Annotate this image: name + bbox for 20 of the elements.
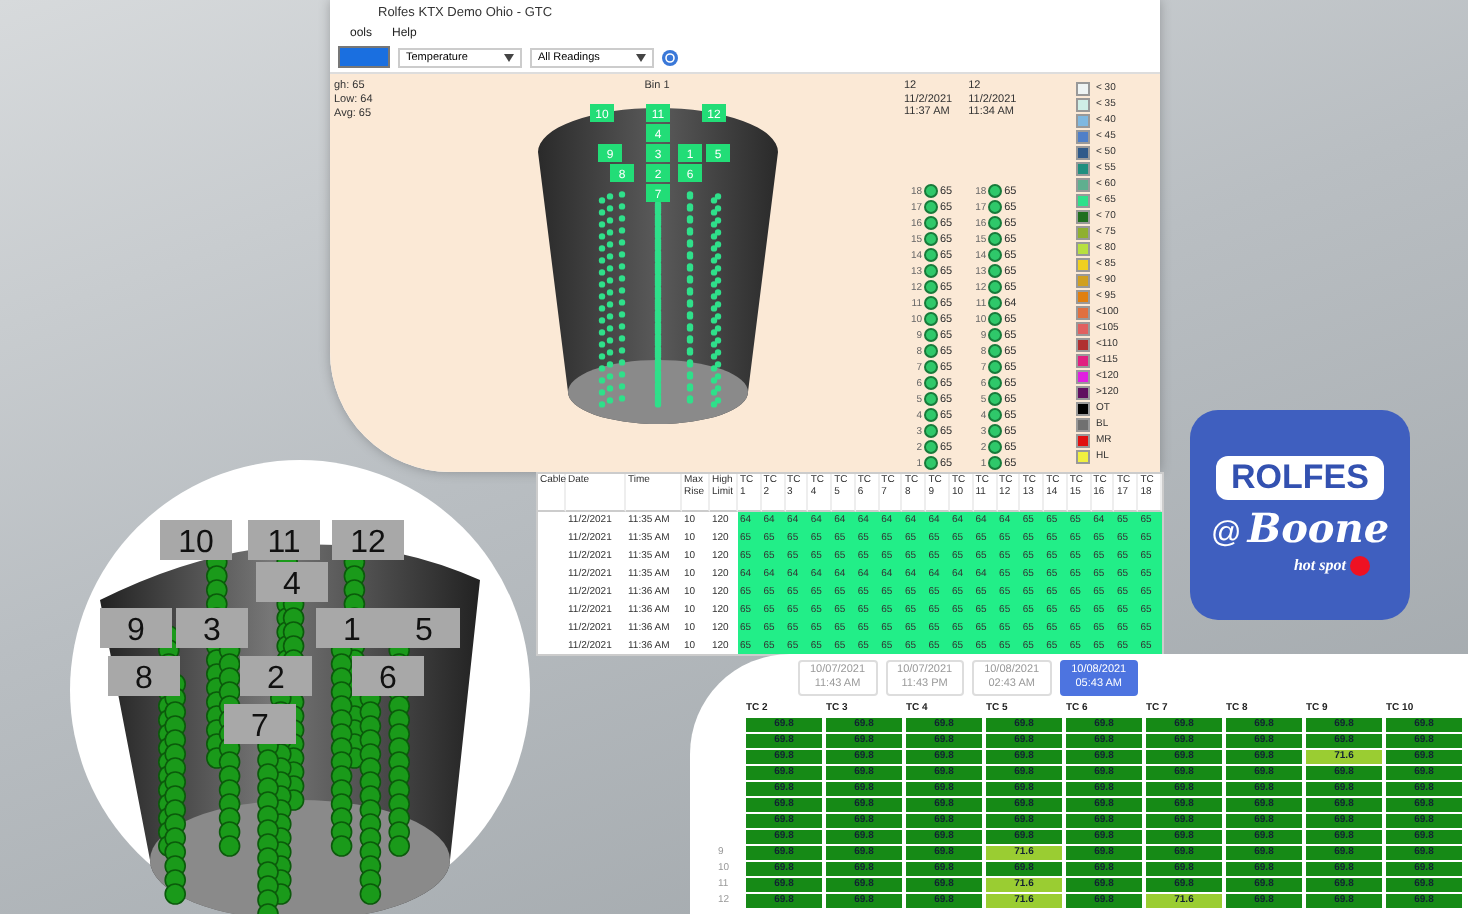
cable-label: 6 [352, 656, 424, 696]
dot-icon [1350, 555, 1370, 575]
caret-icon [636, 53, 646, 61]
cable-label: 10 [160, 520, 232, 560]
cable-label: 12 [332, 520, 404, 560]
cable-label: 9 [100, 608, 172, 648]
cable-label: 4 [256, 562, 328, 602]
help-icon[interactable] [662, 49, 678, 65]
logo-text: Boone [1247, 503, 1390, 551]
cable-label: 2 [240, 656, 312, 696]
cable-label: 11 [248, 520, 320, 560]
cable-label: 8 [108, 656, 180, 696]
cable-label: 3 [176, 608, 248, 648]
logo-tagline: hot spot [1293, 556, 1346, 574]
cable-label: 5 [388, 608, 460, 648]
logo-text: @ [1210, 515, 1242, 549]
cable-label: 1 [316, 608, 388, 648]
logo-text: ROLFES [1215, 455, 1385, 499]
cable-label: 7 [224, 704, 296, 744]
caret-icon [504, 53, 514, 61]
